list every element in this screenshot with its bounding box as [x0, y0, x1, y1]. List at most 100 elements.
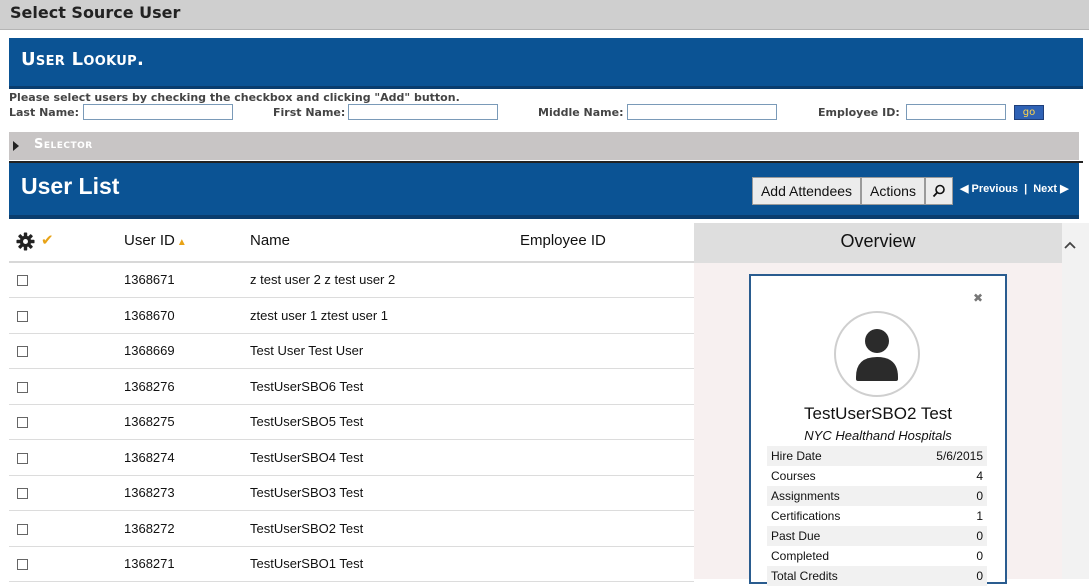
user-id-cell: 1368670: [124, 307, 175, 323]
search-button[interactable]: [925, 177, 953, 205]
checkmark-icon[interactable]: ✔: [41, 231, 54, 249]
stat-label: Certifications: [771, 509, 841, 523]
overview-stat-row: Courses 4: [767, 466, 987, 486]
overview-user-org: NYC Healthand Hospitals: [804, 428, 952, 443]
gear-icon[interactable]: [16, 232, 35, 251]
overview-stat-row: Certifications 1: [767, 506, 987, 526]
user-id-cell: 1368669: [124, 343, 175, 358]
employee-id-input[interactable]: [906, 104, 1006, 120]
name-header[interactable]: Name: [250, 232, 290, 249]
middle-name-input[interactable]: [627, 104, 777, 120]
triangle-left-icon: ◀: [960, 183, 969, 195]
window-titlebar: Select Source User: [0, 0, 1089, 30]
overview-stat-row: Total Credits 0: [767, 566, 987, 586]
user-id-cell: 1368274: [124, 449, 175, 465]
triangle-right-icon[interactable]: [13, 141, 19, 151]
stat-value: 0: [976, 549, 983, 563]
row-checkbox[interactable]: [17, 346, 28, 357]
stat-label: Past Due: [771, 529, 821, 543]
stat-value: 5/6/2015: [936, 449, 983, 463]
row-checkbox[interactable]: [17, 452, 28, 464]
stat-label: Completed: [771, 549, 830, 563]
close-icon[interactable]: ✖: [973, 291, 983, 305]
row-checkbox[interactable]: [17, 381, 28, 393]
chevron-up-icon[interactable]: [1063, 240, 1077, 250]
table-row[interactable]: 1368670 ztest user 1 ztest user 1: [9, 298, 694, 334]
table-row[interactable]: 1368274 TestUserSBO4 Test: [9, 440, 694, 476]
pager-separator: |: [1024, 183, 1028, 195]
stat-value: 1: [976, 509, 983, 523]
name-cell: TestUserSBO1 Test: [250, 556, 364, 571]
stat-label: Assignments: [771, 489, 840, 503]
first-name-input[interactable]: [348, 104, 498, 120]
actions-button[interactable]: Actions: [861, 177, 925, 205]
add-attendees-button[interactable]: Add Attendees: [752, 177, 861, 205]
user-id-cell: 1368275: [124, 414, 175, 429]
pager: ◀ Previous | Next ▶: [960, 182, 1069, 195]
row-checkbox[interactable]: [17, 275, 28, 286]
user-lookup-title: User Lookup.: [21, 49, 145, 70]
employee-id-label: Employee ID:: [818, 106, 900, 119]
selector-title: Selector: [34, 137, 93, 152]
user-id-cell: 1368271: [124, 556, 175, 571]
table-row[interactable]: 1368272 TestUserSBO2 Test: [9, 511, 694, 547]
next-label: Next: [1033, 183, 1058, 195]
lookup-instructions: Please select users by checking the chec…: [9, 91, 460, 104]
overview-user-name: TestUserSBO2 Test: [803, 404, 953, 423]
table-row[interactable]: 1368671 z test user 2 z test user 2: [9, 263, 694, 298]
stat-label: Courses: [771, 469, 816, 483]
stat-label: Hire Date: [771, 449, 822, 463]
name-cell: TestUserSBO2 Test: [250, 520, 364, 536]
user-silhouette-icon: [856, 329, 898, 381]
sort-ascending-icon: ▲: [176, 237, 187, 248]
row-checkbox[interactable]: [17, 310, 28, 322]
user-id-header-label: User ID: [124, 232, 175, 249]
last-name-label: Last Name:: [9, 106, 80, 119]
row-checkbox[interactable]: [17, 417, 28, 428]
table-row[interactable]: 1368273 TestUserSBO3 Test: [9, 476, 694, 511]
table-row[interactable]: 1368275 TestUserSBO5 Test: [9, 405, 694, 440]
name-cell: Test User Test User: [250, 343, 364, 358]
overview-stat-row: Completed 0: [767, 546, 987, 566]
row-checkbox[interactable]: [17, 559, 28, 570]
go-button[interactable]: go: [1014, 105, 1044, 120]
name-cell: TestUserSBO4 Test: [250, 449, 364, 465]
stat-value: 0: [976, 569, 983, 583]
name-cell: TestUserSBO5 Test: [250, 414, 364, 429]
overview-header: Overview: [694, 223, 1062, 263]
user-lookup-banner: User Lookup.: [9, 38, 1083, 89]
stat-value: 0: [976, 489, 983, 503]
name-cell: ztest user 1 ztest user 1: [250, 307, 389, 323]
row-checkbox[interactable]: [17, 488, 28, 499]
stat-label: Total Credits: [771, 569, 838, 583]
table-row[interactable]: 1368271 TestUserSBO1 Test: [9, 547, 694, 582]
user-id-cell: 1368272: [124, 520, 175, 536]
selector-panel-header[interactable]: Selector: [9, 132, 1079, 160]
user-id-header[interactable]: User ID ▲: [124, 232, 187, 249]
name-cell: TestUserSBO6 Test: [250, 378, 364, 394]
overview-stat-row: Past Due 0: [767, 526, 987, 546]
last-name-input[interactable]: [83, 104, 233, 120]
stat-value: 0: [976, 529, 983, 543]
name-cell: z test user 2 z test user 2: [250, 272, 396, 287]
user-overview-card: ✖ TestUserSBO2 Test NYC Healthand Hospit…: [749, 274, 1007, 586]
window-title: Select Source User: [10, 3, 181, 22]
avatar: [834, 311, 920, 397]
user-id-cell: 1368276: [124, 378, 175, 394]
table-row[interactable]: 1368669 Test User Test User: [9, 334, 694, 369]
name-cell: TestUserSBO3 Test: [250, 485, 364, 500]
table-row[interactable]: 1368276 TestUserSBO6 Test: [9, 369, 694, 405]
stat-value: 4: [976, 469, 983, 483]
row-checkbox[interactable]: [17, 523, 28, 535]
triangle-right-icon: ▶: [1060, 183, 1069, 195]
scrollbar[interactable]: [1062, 223, 1089, 579]
user-list-title: User List: [21, 173, 120, 199]
overview-stat-row: Hire Date 5/6/2015: [767, 446, 987, 466]
middle-name-label: Middle Name:: [538, 106, 624, 119]
next-link[interactable]: Next ▶: [1033, 183, 1068, 195]
previous-link[interactable]: ◀ Previous: [960, 183, 1018, 195]
overview-stat-row: Assignments 0: [767, 486, 987, 506]
first-name-label: First Name:: [273, 106, 346, 119]
user-id-cell: 1368273: [124, 485, 175, 500]
employee-id-header[interactable]: Employee ID: [520, 232, 606, 249]
